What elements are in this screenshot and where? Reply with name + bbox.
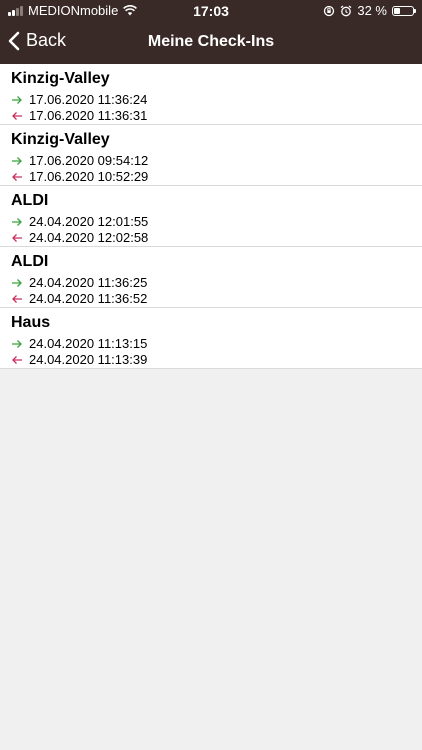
status-right: 32 %	[323, 3, 416, 18]
checkin-list: Kinzig-Valley 17.06.2020 11:36:24 17.06.20…	[0, 64, 422, 369]
rotation-lock-icon	[324, 5, 335, 16]
alarm-icon	[340, 4, 352, 16]
arrow-left-icon	[12, 111, 22, 120]
check-out-time: 24.04.2020 11:13:39	[29, 352, 148, 367]
check-out-time: 17.06.2020 10:52:29	[29, 169, 149, 184]
place-name: ALDI	[11, 192, 49, 209]
check-in-time: 24.04.2020 12:01:55	[29, 214, 149, 229]
check-out-line: 17.06.2020 10:52:29	[11, 169, 148, 184]
arrow-right-icon	[12, 217, 22, 226]
arrow-left-icon	[12, 355, 22, 364]
place-name: ALDI	[11, 253, 49, 270]
nav-bar: Back Meine Check-Ins	[0, 22, 422, 64]
arrow-right-icon	[12, 95, 22, 104]
place-name: Kinzig-Valley	[11, 131, 110, 148]
check-in-line: 17.06.2020 09:54:12	[11, 153, 148, 168]
check-out-line: 17.06.2020 11:36:31	[11, 108, 147, 123]
list-item[interactable]: ALDI 24.04.2020 11:36:25 24.04.2020 11:36:…	[0, 247, 422, 308]
check-out-time: 17.06.2020 11:36:31	[29, 108, 148, 123]
arrow-right-icon	[12, 156, 22, 165]
header: MEDIONmobile 17:03 32 % Back Meine Check…	[0, 0, 422, 64]
arrow-left-icon	[12, 294, 22, 303]
battery-icon	[392, 5, 416, 16]
check-out-line: 24.04.2020 11:13:39	[11, 352, 147, 367]
arrow-left-icon	[12, 233, 22, 242]
page-title: Meine Check-Ins	[147, 33, 275, 50]
arrow-right-icon	[12, 278, 22, 287]
check-in-line: 24.04.2020 11:36:25	[11, 275, 147, 290]
check-in-time: 24.04.2020 11:36:25	[29, 275, 148, 290]
check-out-line: 24.04.2020 11:36:52	[11, 291, 147, 306]
arrow-right-icon	[12, 339, 22, 348]
check-in-line: 17.06.2020 11:36:24	[11, 92, 147, 107]
list-item[interactable]: Haus 24.04.2020 11:13:15 24.04.2020 11:13:…	[0, 308, 422, 369]
check-out-time: 24.04.2020 11:36:52	[29, 291, 148, 306]
status-bar: MEDIONmobile 17:03 32 %	[0, 0, 422, 22]
check-out-line: 24.04.2020 12:02:58	[11, 230, 148, 245]
check-in-line: 24.04.2020 11:13:15	[11, 336, 147, 351]
check-out-time: 24.04.2020 12:02:58	[29, 230, 149, 245]
place-name: Haus	[11, 314, 51, 331]
arrow-left-icon	[12, 172, 22, 181]
check-in-time: 17.06.2020 11:36:24	[29, 92, 148, 107]
list-item[interactable]: ALDI 24.04.2020 12:01:55 24.04.2020 12:02:…	[0, 186, 422, 247]
list-item[interactable]: Kinzig-Valley 17.06.2020 11:36:24 17.06.20…	[0, 64, 422, 125]
check-in-time: 24.04.2020 11:13:15	[29, 336, 148, 351]
battery-percent: 32 %	[357, 3, 387, 18]
check-in-line: 24.04.2020 12:01:55	[11, 214, 148, 229]
check-in-time: 17.06.2020 09:54:12	[29, 153, 149, 168]
place-name: Kinzig-Valley	[11, 70, 110, 87]
list-item[interactable]: Kinzig-Valley 17.06.2020 09:54:12 17.06.20…	[0, 125, 422, 186]
